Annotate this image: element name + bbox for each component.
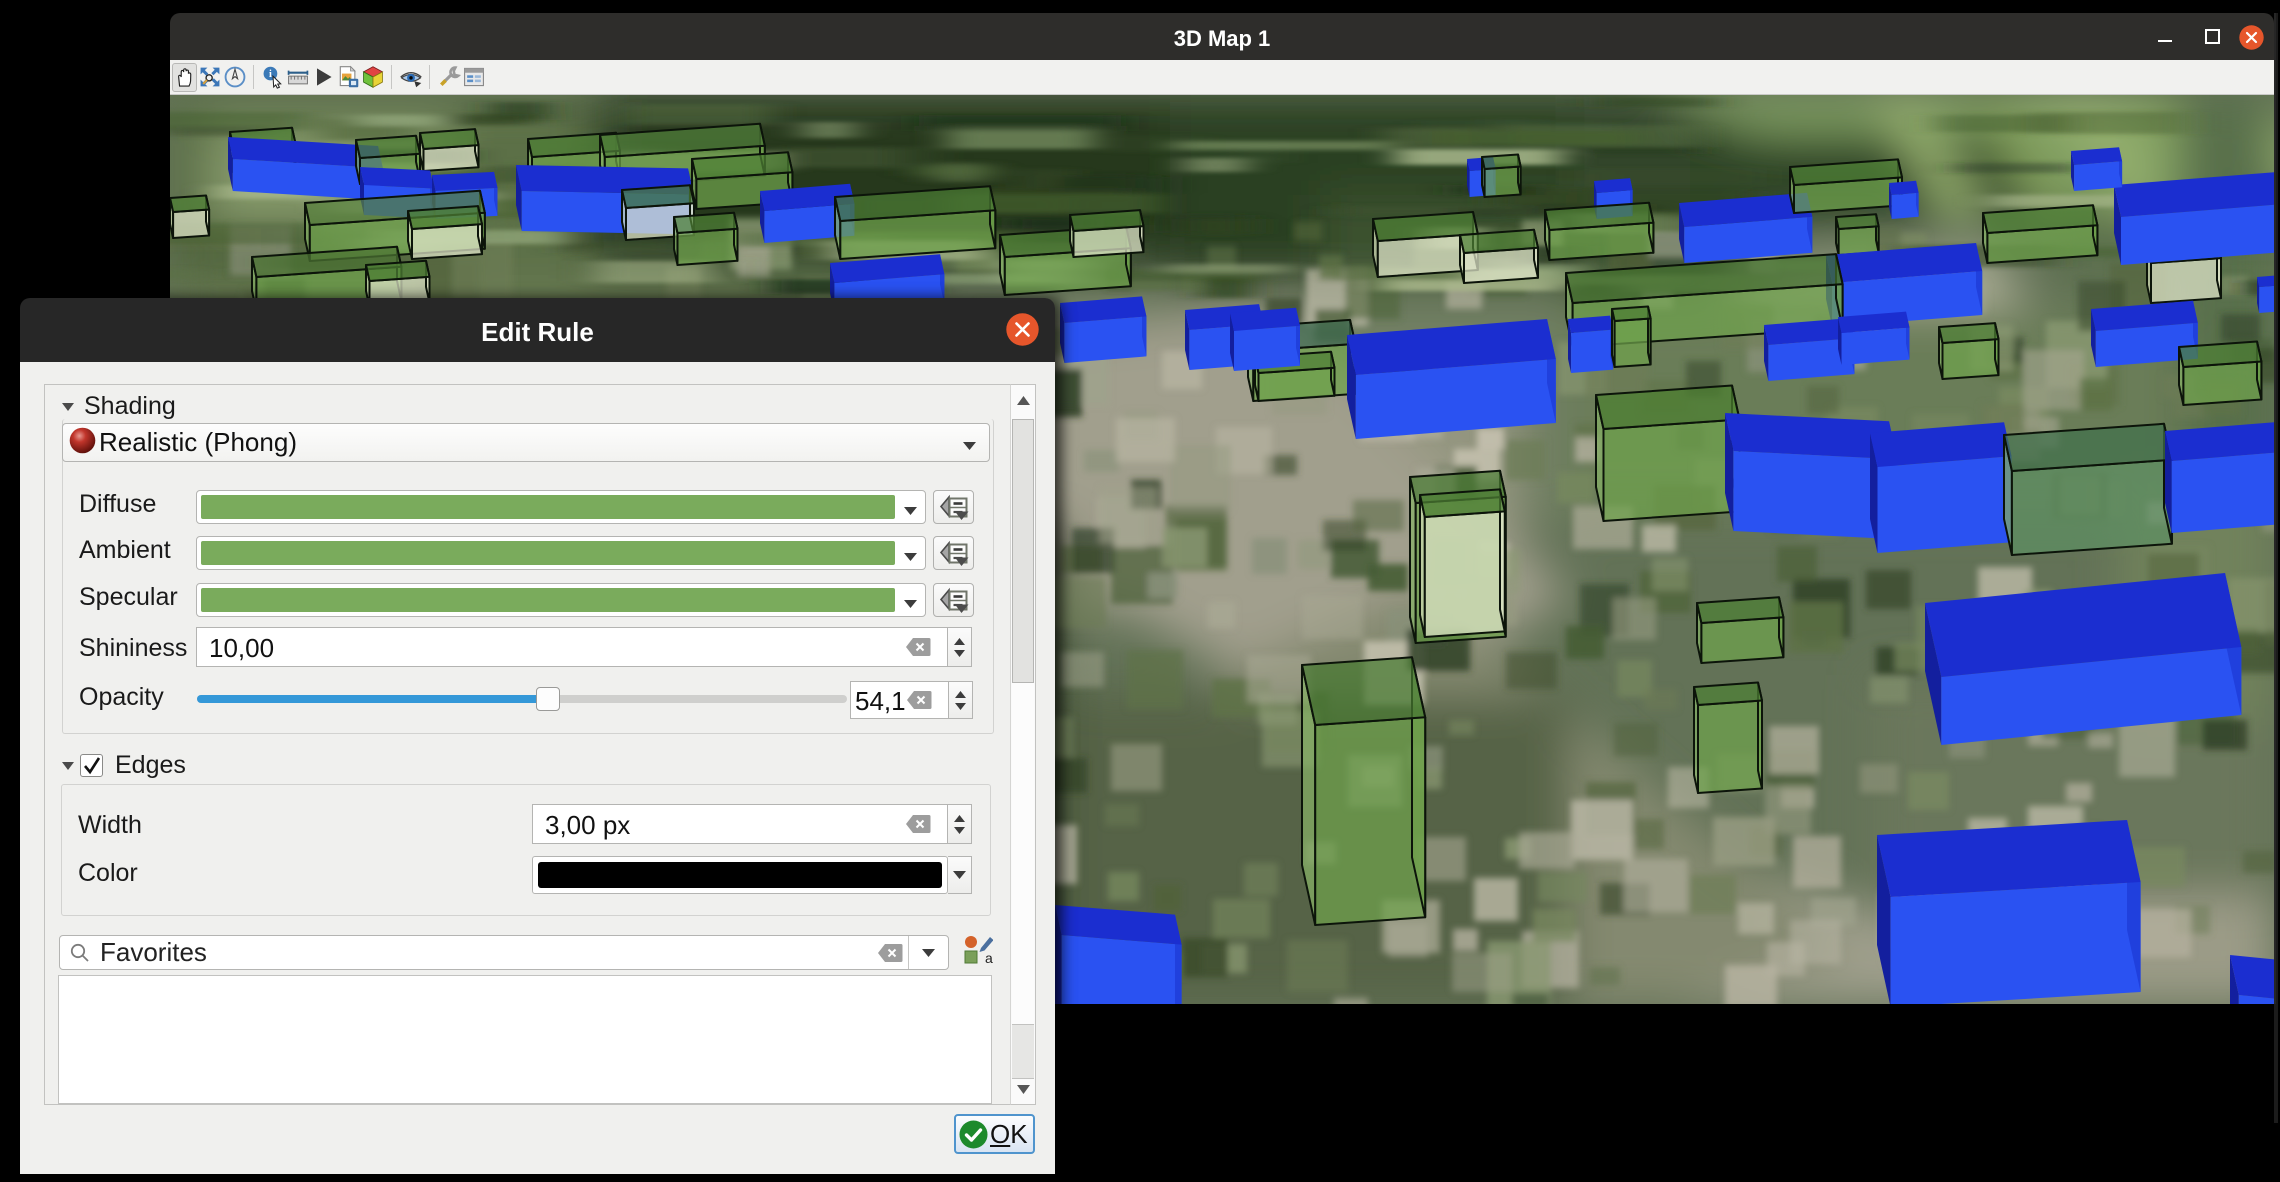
svg-text:i: i — [268, 69, 271, 80]
svg-text:a: a — [985, 950, 993, 966]
